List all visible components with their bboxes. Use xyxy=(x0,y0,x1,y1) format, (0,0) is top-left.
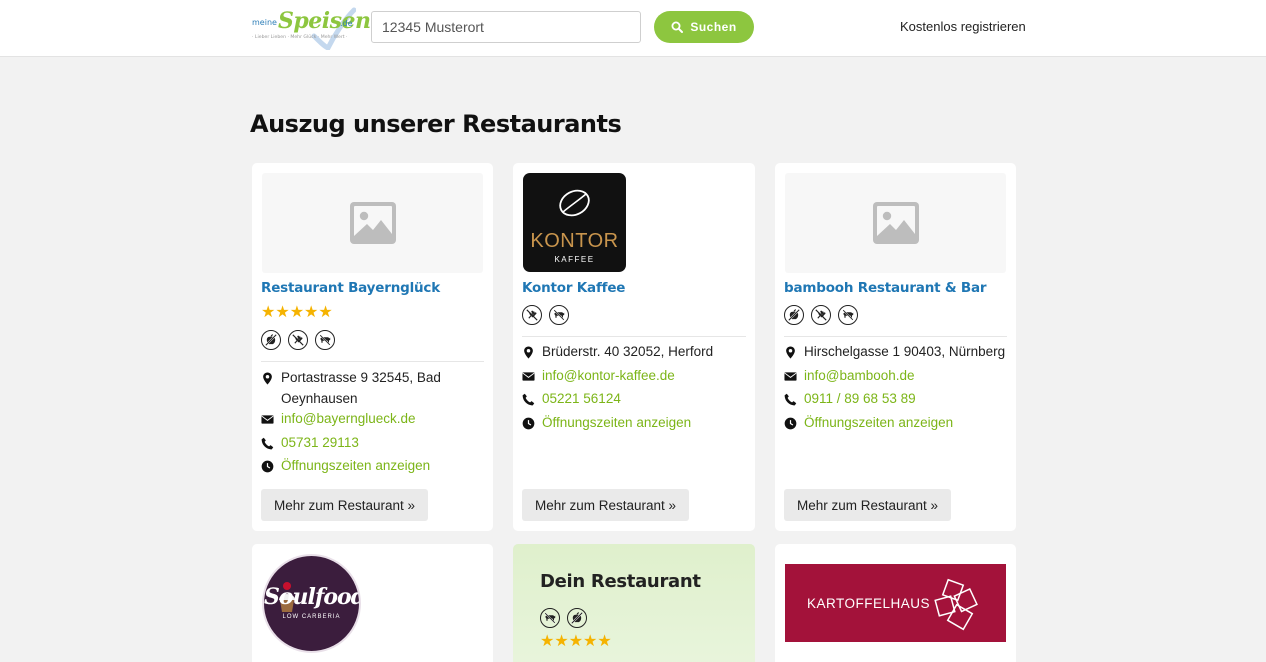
squares-logo-icon xyxy=(934,578,978,631)
location-pin-icon xyxy=(261,372,274,385)
star-rating: ★★★★★ xyxy=(540,633,612,650)
rating-stars: ★★★★★ xyxy=(261,305,333,321)
address: Hirschelgasse 1 90403, Nürnberg xyxy=(804,344,1006,359)
soulfood-logo: Soulfood LOW CARBERIA xyxy=(262,554,361,653)
divider xyxy=(522,336,746,337)
search-button-label: Suchen xyxy=(690,20,737,34)
search-button[interactable]: Suchen xyxy=(654,11,754,43)
apple-icon xyxy=(784,305,804,325)
apple-icon xyxy=(567,608,587,628)
envelope-icon xyxy=(261,413,274,426)
diet-icons xyxy=(261,330,335,350)
restaurant-name[interactable]: Kontor Kaffee xyxy=(522,280,625,296)
kartoffelhaus-logo: KARTOFFELHAUS xyxy=(785,564,1006,642)
diet-icons xyxy=(522,305,569,325)
contact-info: Brüderstr. 40 32052, Herford info@kontor… xyxy=(522,342,749,436)
address: Brüderstr. 40 32052, Herford xyxy=(542,344,714,359)
soulfood-logo-text: Soulfood xyxy=(264,584,361,610)
rating-stars: ★★★★★ xyxy=(540,634,612,650)
opening-hours-link[interactable]: Öffnungszeiten anzeigen xyxy=(281,456,430,477)
logo-speisen: Speisen xyxy=(278,8,371,34)
restaurant-card: KARTOFFELHAUS xyxy=(775,544,1016,662)
email-link[interactable]: info@bayernglueck.de xyxy=(281,409,416,430)
image-placeholder xyxy=(785,173,1006,273)
envelope-icon xyxy=(784,370,797,383)
location-pin-icon xyxy=(784,346,797,359)
phone-icon xyxy=(784,393,797,406)
promo-card[interactable]: Dein Restaurant ★★★★★ xyxy=(513,544,755,662)
opening-hours-link[interactable]: Öffnungszeiten anzeigen xyxy=(804,413,953,434)
no-milk-icon xyxy=(549,305,569,325)
contact-info: Portastrasse 9 32545, Bad Oeynhausen inf… xyxy=(261,368,487,480)
search-icon xyxy=(671,21,684,33)
opening-hours-link[interactable]: Öffnungszeiten anzeigen xyxy=(542,413,691,434)
page-title: Auszug unserer Restaurants xyxy=(250,110,622,138)
kaffee-logo-text: KAFFEE xyxy=(554,255,595,264)
image-placeholder-icon xyxy=(349,201,397,245)
clock-icon xyxy=(522,417,535,430)
envelope-icon xyxy=(522,370,535,383)
promo-title: Dein Restaurant xyxy=(540,571,701,592)
diet-icons xyxy=(784,305,858,325)
phone-link[interactable]: 05731 29113 xyxy=(281,433,359,454)
phone-link[interactable]: 05221 56124 xyxy=(542,389,621,410)
more-restaurant-button[interactable]: Mehr zum Restaurant » xyxy=(261,489,429,521)
image-placeholder xyxy=(262,173,483,273)
clock-icon xyxy=(784,417,797,430)
restaurant-card: KONTOR KAFFEE Kontor Kaffee Brüderstr. 4… xyxy=(513,163,755,531)
no-milk-icon xyxy=(838,305,858,325)
diet-icons xyxy=(540,608,587,628)
kartoffelhaus-logo-text: KARTOFFELHAUS xyxy=(807,596,931,611)
logo-meine: meine xyxy=(252,18,277,27)
email-link[interactable]: info@kontor-kaffee.de xyxy=(542,366,675,387)
more-restaurant-button[interactable]: Mehr zum Restaurant » xyxy=(784,489,952,521)
location-search-input[interactable] xyxy=(371,11,641,43)
contact-info: Hirschelgasse 1 90403, Nürnberg info@bam… xyxy=(784,342,1010,436)
no-milk-icon xyxy=(540,608,560,628)
phone-link[interactable]: 0911 / 89 68 53 89 xyxy=(804,389,916,410)
kontor-logo-text: KONTOR xyxy=(530,230,619,252)
phone-icon xyxy=(522,393,535,406)
phone-icon xyxy=(261,437,274,450)
kontor-kaffee-logo: KONTOR KAFFEE xyxy=(523,173,626,272)
divider xyxy=(784,336,1007,337)
more-restaurant-button[interactable]: Mehr zum Restaurant » xyxy=(522,489,690,521)
star-rating: ★★★★★ xyxy=(261,304,333,321)
coffee-bean-icon xyxy=(559,189,590,217)
restaurant-name[interactable]: bambooh Restaurant & Bar xyxy=(784,280,987,296)
restaurant-name[interactable]: Restaurant Bayernglück xyxy=(261,280,440,296)
location-pin-icon xyxy=(522,346,535,359)
meinespeisen-logo[interactable]: meine Speisen .de · Lieber Lieben · Mehr… xyxy=(250,6,371,50)
no-wheat-icon xyxy=(811,305,831,325)
restaurant-card: Soulfood LOW CARBERIA xyxy=(252,544,493,662)
logo-tagline: · Lieber Lieben · Mehr Glück · Mehr Wert… xyxy=(252,35,348,40)
email-link[interactable]: info@bambooh.de xyxy=(804,366,915,387)
top-header: meine Speisen .de · Lieber Lieben · Mehr… xyxy=(0,0,1266,57)
no-wheat-icon xyxy=(522,305,542,325)
image-placeholder-icon xyxy=(872,201,920,245)
address: Portastrasse 9 32545, Bad Oeynhausen xyxy=(281,370,441,406)
logo-tld: .de xyxy=(340,19,353,28)
register-link[interactable]: Kostenlos registrieren xyxy=(900,19,1026,34)
no-milk-icon xyxy=(315,330,335,350)
clock-icon xyxy=(261,460,274,473)
no-wheat-icon xyxy=(288,330,308,350)
restaurant-card: bambooh Restaurant & Bar Hirschelgasse 1… xyxy=(775,163,1016,531)
restaurant-card: Restaurant Bayernglück ★★★★★ Portastrass… xyxy=(252,163,493,531)
apple-icon xyxy=(261,330,281,350)
divider xyxy=(261,361,484,362)
soulfood-logo-subtext: LOW CARBERIA xyxy=(282,614,341,620)
